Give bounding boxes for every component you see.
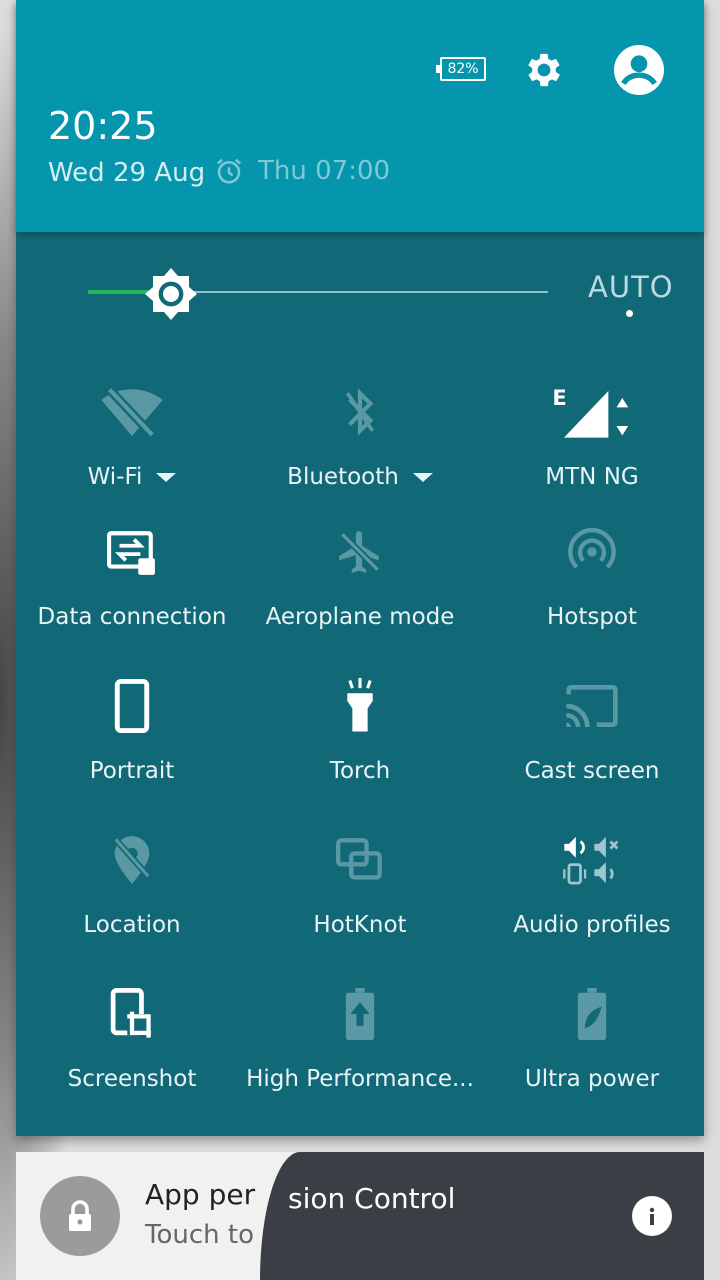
chevron-down-icon[interactable] [156, 472, 177, 482]
aeroplane-off-icon [338, 530, 382, 574]
tile-label: MTN NG [545, 464, 639, 490]
tile-label: Aeroplane mode [265, 604, 455, 630]
gear-icon[interactable] [522, 48, 566, 96]
brightness-auto-toggle[interactable]: AUTO [588, 270, 674, 304]
notification-title-left: App per [145, 1178, 256, 1211]
info-icon[interactable] [632, 1196, 672, 1236]
torch-icon [347, 678, 373, 732]
tile-ultra-power[interactable]: Ultra power [476, 982, 708, 1092]
tile-label: Location [83, 912, 181, 938]
brightness-sun-icon [145, 268, 197, 320]
data-connection-icon [107, 531, 155, 575]
battery-leaf-icon [577, 988, 607, 1040]
next-alarm[interactable]: Thu 07:00 [214, 156, 390, 186]
battery-boost-icon [345, 988, 375, 1040]
tile-hotspot[interactable]: Hotspot [476, 520, 708, 630]
tile-aeroplane-mode[interactable]: Aeroplane mode [244, 520, 476, 630]
auto-indicator-dot [626, 310, 633, 317]
tile-high-performance[interactable]: High Performance... [244, 982, 476, 1092]
hotknot-icon [336, 838, 382, 880]
chevron-down-icon[interactable] [412, 472, 433, 482]
tile-label: Cast screen [524, 758, 660, 784]
svg-text:E: E [552, 386, 566, 410]
user-account-icon[interactable] [614, 45, 664, 99]
audio-profiles-icon [563, 836, 619, 885]
clock-time: 20:25 [48, 104, 158, 148]
tile-label: High Performance... [246, 1066, 474, 1092]
tile-label: Audio profiles [513, 912, 671, 938]
tile-screenshot[interactable]: Screenshot [16, 982, 248, 1092]
tile-torch[interactable]: Torch [244, 674, 476, 784]
cast-icon [565, 685, 618, 728]
tile-label: Hotspot [546, 604, 638, 630]
tile-label: Screenshot [67, 1066, 197, 1092]
alarm-time: Thu 07:00 [258, 156, 391, 186]
tile-label: HotKnot [313, 912, 407, 938]
wifi-off-icon [101, 384, 163, 440]
portrait-icon [114, 679, 150, 733]
alarm-icon [216, 158, 242, 184]
brightness-thumb[interactable] [145, 268, 197, 324]
brightness-slider[interactable] [88, 262, 548, 322]
tile-cast-screen[interactable]: Cast screen [476, 674, 708, 784]
notification-card[interactable]: App per sion Control Touch to [16, 1152, 704, 1280]
notification-app-icon [40, 1176, 120, 1256]
screenshot-icon [110, 988, 151, 1038]
bluetooth-icon [345, 388, 375, 436]
tile-data-connection[interactable]: Data connection [16, 520, 248, 630]
tile-bluetooth[interactable]: Bluetooth [244, 380, 476, 490]
battery-indicator: 82% [436, 57, 486, 81]
tile-label: Bluetooth [287, 464, 399, 490]
signal-icon: E [552, 386, 629, 438]
tile-label: Data connection [37, 604, 227, 630]
notification-title-right: sion Control [288, 1182, 456, 1215]
lock-icon [69, 1200, 91, 1231]
status-header: 82% 20:25 Wed 29 Aug Thu 07:00 [16, 0, 704, 232]
tile-label: Portrait [89, 758, 175, 784]
hotspot-icon [568, 527, 616, 569]
tile-wifi[interactable]: Wi-Fi [16, 380, 248, 490]
location-off-icon [112, 836, 152, 884]
tile-audio-profiles[interactable]: Audio profiles [476, 828, 708, 938]
tile-portrait[interactable]: Portrait [16, 674, 248, 784]
tile-hotknot[interactable]: HotKnot [244, 828, 476, 938]
quick-settings-panel: 82% 20:25 Wed 29 Aug Thu 07:00 AUTO Wi-F… [16, 0, 704, 1136]
tile-label: Wi-Fi [87, 464, 143, 490]
tile-label: Torch [329, 758, 391, 784]
tile-mobile-network[interactable]: E MTN NG [476, 380, 708, 490]
notification-subtitle: Touch to [145, 1220, 254, 1250]
tile-label: Ultra power [524, 1066, 660, 1092]
tile-location[interactable]: Location [16, 828, 248, 938]
clock-date[interactable]: Wed 29 Aug [48, 158, 205, 188]
